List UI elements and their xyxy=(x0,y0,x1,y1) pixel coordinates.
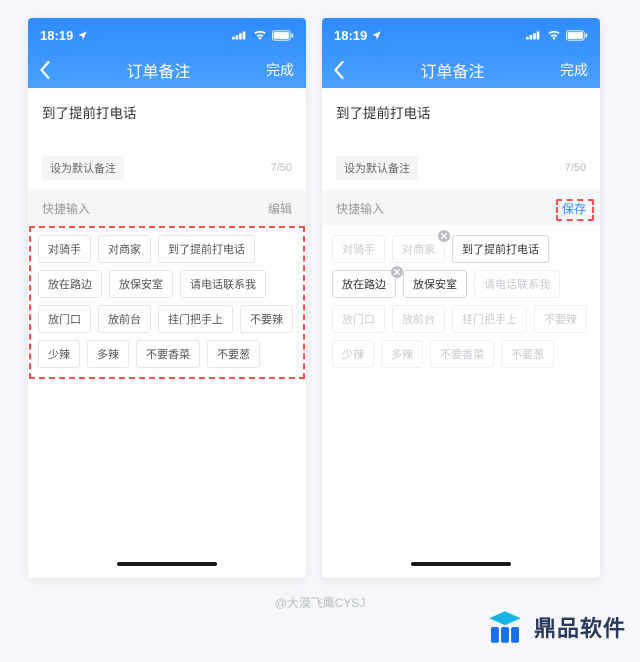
wifi-icon xyxy=(547,30,561,40)
quick-tag[interactable]: 少辣 xyxy=(38,340,80,368)
quick-tag[interactable]: 请电话联系我 xyxy=(474,270,560,298)
char-count: 7/50 xyxy=(565,162,586,174)
quick-tag[interactable]: 少辣 xyxy=(332,340,374,368)
quick-tag[interactable]: 对商家 xyxy=(392,235,445,263)
phone-screenshot-left: 18:19 订单备注 完成 到了提前打电话 设为默认备注 7/50 xyxy=(28,18,306,578)
char-count: 7/50 xyxy=(271,162,292,174)
quick-tag[interactable]: 不要香菜 xyxy=(430,340,494,368)
quick-tag[interactable]: 放门口 xyxy=(332,305,385,333)
quick-tag[interactable]: 多辣 xyxy=(381,340,423,368)
note-area[interactable]: 到了提前打电话 设为默认备注 7/50 xyxy=(322,88,600,190)
quick-tag[interactable]: 不要香菜 xyxy=(136,340,200,368)
status-time: 18:19 xyxy=(334,28,367,43)
quick-tag[interactable]: 请电话联系我 xyxy=(180,270,266,298)
location-arrow-icon xyxy=(77,30,88,41)
quick-tag[interactable]: 放在路边 xyxy=(332,270,396,298)
done-button[interactable]: 完成 xyxy=(560,60,588,80)
battery-icon xyxy=(272,30,294,41)
location-arrow-icon xyxy=(371,30,382,41)
note-text: 到了提前打电话 xyxy=(42,102,292,150)
brand-text: 鼎品软件 xyxy=(534,611,626,643)
quick-tag[interactable]: 放保安室 xyxy=(109,270,173,298)
quick-tag[interactable]: 挂门把手上 xyxy=(158,305,233,333)
set-default-button[interactable]: 设为默认备注 xyxy=(42,156,124,180)
wifi-icon xyxy=(253,30,267,40)
nav-bar: 订单备注 完成 xyxy=(28,52,306,88)
page-title: 订单备注 xyxy=(126,58,190,82)
quick-tag[interactable]: 放前台 xyxy=(392,305,445,333)
quick-tags-panel: 对骑手对商家到了提前打电话放在路边放保安室请电话联系我放门口放前台挂门把手上不要… xyxy=(28,225,306,380)
quick-tag[interactable]: 不要葱 xyxy=(207,340,260,368)
signal-icon xyxy=(526,30,542,40)
status-time: 18:19 xyxy=(40,28,73,43)
back-icon[interactable] xyxy=(334,61,345,79)
done-button[interactable]: 完成 xyxy=(266,60,294,80)
quick-tag[interactable]: 对骑手 xyxy=(38,235,91,263)
quick-tag[interactable]: 对骑手 xyxy=(332,235,385,263)
quick-tag[interactable]: 多辣 xyxy=(87,340,129,368)
edit-button[interactable]: 编辑 xyxy=(268,200,292,217)
quick-tags-panel: 对骑手对商家到了提前打电话放在路边放保安室请电话联系我放门口放前台挂门把手上不要… xyxy=(322,225,600,380)
brand-icon xyxy=(484,606,526,648)
quick-tag[interactable]: 到了提前打电话 xyxy=(452,235,549,263)
quick-tag[interactable]: 放保安室 xyxy=(403,270,467,298)
quick-tag[interactable]: 放门口 xyxy=(38,305,91,333)
back-icon[interactable] xyxy=(40,61,51,79)
status-bar: 18:19 xyxy=(28,18,306,52)
quick-input-label: 快捷输入 xyxy=(336,200,384,217)
home-indicator-area xyxy=(28,550,306,578)
quick-tag[interactable]: 不要辣 xyxy=(240,305,293,333)
note-area[interactable]: 到了提前打电话 设为默认备注 7/50 xyxy=(28,88,306,190)
quick-input-label: 快捷输入 xyxy=(42,200,90,217)
home-indicator[interactable] xyxy=(117,562,217,566)
remove-tag-icon[interactable] xyxy=(391,266,403,278)
signal-icon xyxy=(232,30,248,40)
home-indicator-area xyxy=(322,550,600,578)
quick-tag[interactable]: 不要辣 xyxy=(534,305,587,333)
quick-tag[interactable]: 到了提前打电话 xyxy=(158,235,255,263)
quick-tag[interactable]: 对商家 xyxy=(98,235,151,263)
brand-logo: 鼎品软件 xyxy=(484,606,626,648)
set-default-button[interactable]: 设为默认备注 xyxy=(336,156,418,180)
nav-bar: 订单备注 完成 xyxy=(322,52,600,88)
battery-icon xyxy=(566,30,588,41)
home-indicator[interactable] xyxy=(411,562,511,566)
quick-tag[interactable]: 放前台 xyxy=(98,305,151,333)
status-bar: 18:19 xyxy=(322,18,600,52)
quick-tag[interactable]: 放在路边 xyxy=(38,270,102,298)
page-title: 订单备注 xyxy=(420,58,484,82)
quick-tag[interactable]: 挂门把手上 xyxy=(452,305,527,333)
quick-tag[interactable]: 不要葱 xyxy=(501,340,554,368)
note-text: 到了提前打电话 xyxy=(336,102,586,150)
phone-screenshot-right: 18:19 订单备注 完成 到了提前打电话 设为默认备注 7/50 xyxy=(322,18,600,578)
remove-tag-icon[interactable] xyxy=(438,230,450,242)
save-button[interactable]: 保存 xyxy=(562,200,586,217)
